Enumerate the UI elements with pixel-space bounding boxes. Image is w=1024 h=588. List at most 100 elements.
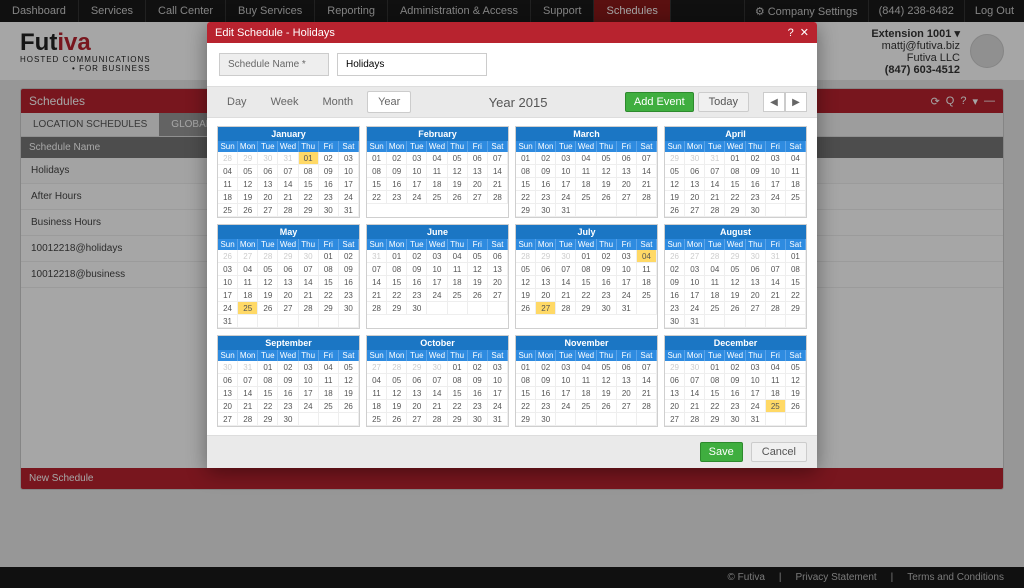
day-cell[interactable]: 27: [617, 400, 637, 413]
day-cell[interactable]: 06: [617, 361, 637, 374]
day-cell[interactable]: 22: [367, 191, 387, 204]
day-cell[interactable]: 17: [685, 289, 705, 302]
day-cell[interactable]: 18: [319, 387, 339, 400]
day-cell[interactable]: 24: [617, 289, 637, 302]
day-cell[interactable]: 23: [387, 191, 407, 204]
day-cell[interactable]: 20: [665, 400, 685, 413]
day-cell[interactable]: 08: [387, 263, 407, 276]
day-cell[interactable]: 06: [488, 250, 508, 263]
day-cell[interactable]: 25: [427, 191, 447, 204]
day-cell[interactable]: 29: [786, 302, 806, 315]
day-cell[interactable]: 05: [339, 361, 359, 374]
day-cell[interactable]: 10: [766, 165, 786, 178]
day-cell[interactable]: 14: [766, 276, 786, 289]
day-cell[interactable]: 21: [556, 289, 576, 302]
day-cell[interactable]: 29: [299, 204, 319, 217]
day-cell[interactable]: 16: [387, 178, 407, 191]
day-cell[interactable]: 18: [766, 387, 786, 400]
day-cell[interactable]: 08: [448, 374, 468, 387]
day-cell[interactable]: 16: [536, 387, 556, 400]
day-cell[interactable]: 10: [685, 276, 705, 289]
day-cell[interactable]: 23: [278, 400, 298, 413]
day-cell[interactable]: 12: [387, 387, 407, 400]
day-cell[interactable]: 04: [705, 263, 725, 276]
day-cell[interactable]: 03: [556, 152, 576, 165]
day-cell[interactable]: 25: [238, 302, 258, 315]
day-cell[interactable]: 20: [617, 387, 637, 400]
schedule-name-input[interactable]: [337, 53, 487, 76]
day-cell[interactable]: 09: [278, 374, 298, 387]
day-cell[interactable]: 06: [218, 374, 238, 387]
day-cell[interactable]: 01: [576, 250, 596, 263]
day-cell[interactable]: 03: [299, 361, 319, 374]
day-cell[interactable]: 23: [468, 400, 488, 413]
day-cell[interactable]: 10: [299, 374, 319, 387]
day-cell[interactable]: 24: [746, 400, 766, 413]
day-cell[interactable]: 20: [617, 178, 637, 191]
day-cell[interactable]: 03: [617, 250, 637, 263]
day-cell[interactable]: 10: [427, 263, 447, 276]
day-cell[interactable]: 12: [258, 276, 278, 289]
day-cell[interactable]: 03: [556, 361, 576, 374]
day-cell[interactable]: 28: [427, 413, 447, 426]
day-cell[interactable]: 04: [786, 152, 806, 165]
day-cell[interactable]: 11: [427, 165, 447, 178]
day-cell[interactable]: 28: [637, 400, 657, 413]
day-cell[interactable]: 26: [258, 302, 278, 315]
prev-button[interactable]: ◀: [763, 92, 785, 112]
day-cell[interactable]: 16: [746, 178, 766, 191]
day-cell[interactable]: 01: [387, 250, 407, 263]
day-cell[interactable]: 17: [746, 387, 766, 400]
day-cell[interactable]: 30: [407, 302, 427, 315]
day-cell[interactable]: 30: [468, 413, 488, 426]
day-cell[interactable]: 12: [597, 374, 617, 387]
day-cell[interactable]: 30: [725, 413, 745, 426]
day-cell[interactable]: 29: [705, 413, 725, 426]
day-cell[interactable]: 18: [705, 289, 725, 302]
day-cell[interactable]: 14: [705, 178, 725, 191]
day-cell[interactable]: 17: [339, 178, 359, 191]
day-cell[interactable]: 26: [786, 400, 806, 413]
day-cell[interactable]: 07: [705, 165, 725, 178]
day-cell[interactable]: 13: [746, 276, 766, 289]
day-cell[interactable]: 10: [556, 165, 576, 178]
day-cell[interactable]: 22: [299, 191, 319, 204]
day-cell[interactable]: 07: [637, 361, 657, 374]
day-cell[interactable]: 04: [637, 250, 657, 263]
day-cell[interactable]: 17: [218, 289, 238, 302]
day-cell[interactable]: 10: [218, 276, 238, 289]
day-cell[interactable]: 27: [468, 191, 488, 204]
day-cell[interactable]: 26: [725, 302, 745, 315]
day-cell[interactable]: 09: [407, 263, 427, 276]
day-cell[interactable]: 28: [685, 413, 705, 426]
day-cell[interactable]: 09: [725, 374, 745, 387]
day-cell[interactable]: 15: [725, 178, 745, 191]
day-cell[interactable]: 09: [665, 276, 685, 289]
day-cell[interactable]: 06: [536, 263, 556, 276]
day-cell[interactable]: 01: [448, 361, 468, 374]
day-cell[interactable]: 04: [319, 361, 339, 374]
day-cell[interactable]: 20: [278, 289, 298, 302]
day-cell[interactable]: 07: [637, 152, 657, 165]
day-cell[interactable]: 24: [556, 191, 576, 204]
day-cell[interactable]: 23: [597, 289, 617, 302]
day-cell[interactable]: 09: [746, 165, 766, 178]
day-cell[interactable]: 07: [299, 263, 319, 276]
day-cell[interactable]: 08: [319, 263, 339, 276]
day-cell[interactable]: 02: [665, 263, 685, 276]
day-cell[interactable]: 28: [637, 191, 657, 204]
day-cell[interactable]: 07: [766, 263, 786, 276]
day-cell[interactable]: 24: [488, 400, 508, 413]
day-cell[interactable]: 29: [576, 302, 596, 315]
day-cell[interactable]: 23: [407, 289, 427, 302]
day-cell[interactable]: 06: [665, 374, 685, 387]
day-cell[interactable]: 10: [746, 374, 766, 387]
day-cell[interactable]: 30: [746, 204, 766, 217]
day-cell[interactable]: 24: [339, 191, 359, 204]
day-cell[interactable]: 03: [339, 152, 359, 165]
day-cell[interactable]: 25: [786, 191, 806, 204]
day-cell[interactable]: 28: [705, 204, 725, 217]
day-cell[interactable]: 02: [536, 361, 556, 374]
day-cell[interactable]: 01: [299, 152, 319, 165]
day-cell[interactable]: 19: [786, 387, 806, 400]
